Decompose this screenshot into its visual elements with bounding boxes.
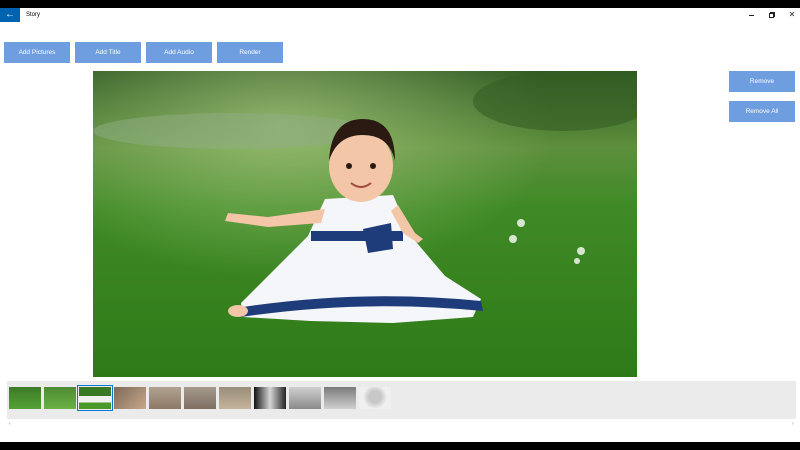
thumbnail[interactable]: [324, 387, 356, 409]
thumbnail[interactable]: [289, 387, 321, 409]
back-arrow-icon: ←: [5, 9, 15, 20]
thumbnail[interactable]: [9, 387, 41, 409]
thumbnail[interactable]: [359, 387, 391, 409]
minimize-icon: [749, 15, 754, 16]
thumbnail[interactable]: [114, 387, 146, 409]
thumbnail-strip: [7, 381, 796, 419]
scroll-right-icon[interactable]: ›: [792, 421, 794, 427]
thumbnail[interactable]: [254, 387, 286, 409]
minimize-button[interactable]: [742, 8, 762, 22]
thumbnail[interactable]: [219, 387, 251, 409]
scroll-left-icon[interactable]: ‹: [9, 421, 11, 427]
story-app-window: ← Story ✕ Add Pictures Add Title Add Aud…: [0, 8, 800, 442]
back-button[interactable]: ←: [0, 8, 20, 22]
thumbnail[interactable]: [149, 387, 181, 409]
add-audio-button[interactable]: Add Audio: [146, 42, 212, 63]
add-title-button[interactable]: Add Title: [75, 42, 141, 63]
thumbnail-selected[interactable]: [77, 385, 113, 411]
title-bar: ← Story ✕: [0, 8, 800, 22]
main-photo-preview: [93, 71, 637, 377]
close-button[interactable]: ✕: [782, 8, 800, 22]
add-pictures-button[interactable]: Add Pictures: [4, 42, 70, 63]
remove-button[interactable]: Remove: [729, 71, 795, 92]
window-title: Story: [26, 12, 41, 18]
render-button[interactable]: Render: [217, 42, 283, 63]
restore-button[interactable]: [762, 8, 782, 22]
thumbnail[interactable]: [184, 387, 216, 409]
baby-photo-image: [93, 71, 637, 377]
close-icon: ✕: [788, 10, 796, 19]
thumbnail[interactable]: [44, 387, 76, 409]
remove-all-button[interactable]: Remove All: [729, 101, 795, 122]
